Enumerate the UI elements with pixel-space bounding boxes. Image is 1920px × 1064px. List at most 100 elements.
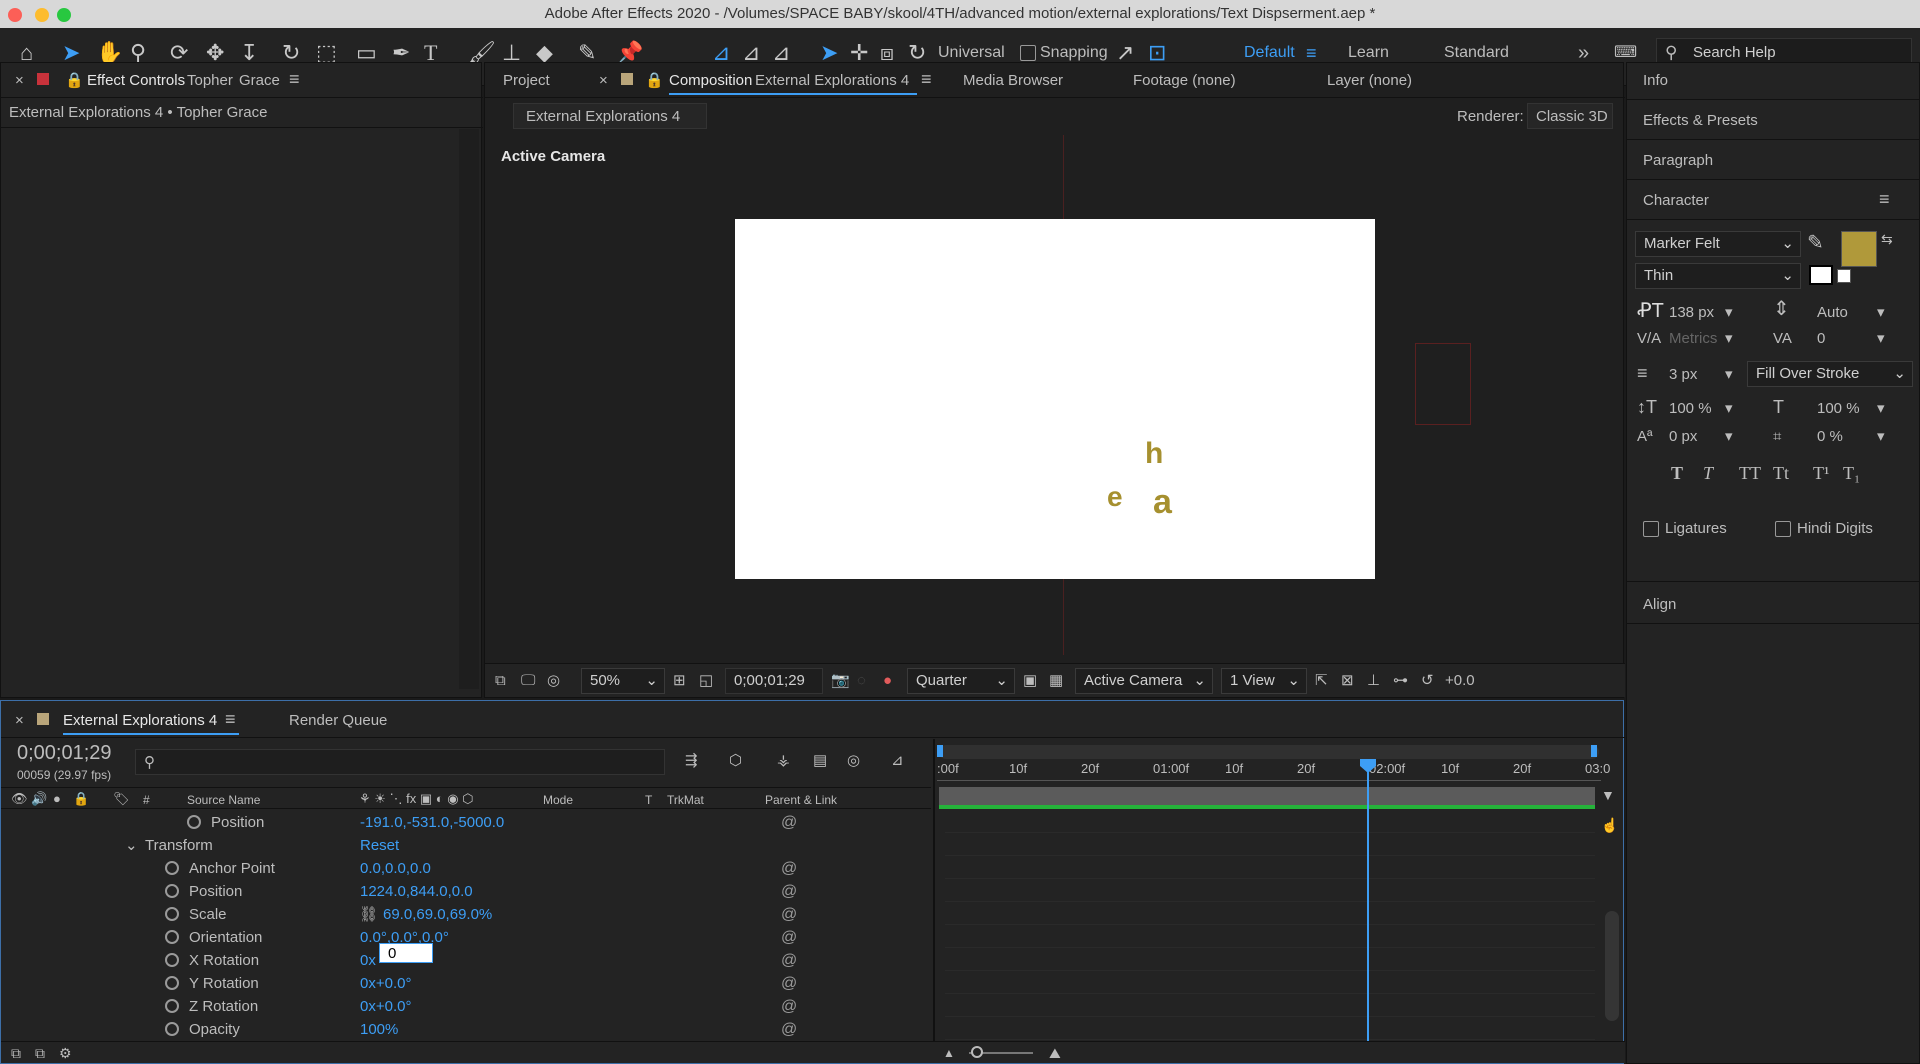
minimize-window-button[interactable] <box>35 8 49 22</box>
vscale-caret-icon[interactable]: ▾ <box>1725 399 1733 419</box>
timeline-tab[interactable]: External Explorations 4 <box>63 711 239 735</box>
fill-color-swatch[interactable] <box>1841 231 1877 267</box>
pick-whip-icon[interactable]: @ <box>781 949 797 972</box>
leading-caret-icon[interactable]: ▾ <box>1877 303 1885 323</box>
close-timeline-icon[interactable]: × <box>15 711 24 731</box>
tsume-value[interactable]: 0 % <box>1817 427 1843 447</box>
property-row[interactable]: Position -191.0,-531.0,-5000.0 @ <box>1 811 931 834</box>
property-row[interactable]: Scale ⛓ 69.0,69.0,69.0% @ <box>1 903 931 926</box>
shy-layers-icon[interactable]: ⚶ <box>777 751 790 771</box>
zoom-dropdown[interactable]: 50% ⌄ <box>581 668 665 694</box>
transparency-grid-icon[interactable]: ▦ <box>1049 671 1063 691</box>
zoom-window-button[interactable] <box>57 8 71 22</box>
stopwatch-icon[interactable] <box>165 999 179 1013</box>
timeline-menu-icon[interactable]: ≡ <box>225 709 236 729</box>
tsume-caret-icon[interactable]: ▾ <box>1877 427 1885 447</box>
comp-chip[interactable]: External Explorations 4 <box>513 103 707 129</box>
all-caps-button[interactable]: TT <box>1739 463 1761 483</box>
frame-blending-icon[interactable]: ▤ <box>813 751 827 771</box>
keyframe-track[interactable] <box>945 995 1595 1017</box>
workspace-menu-icon[interactable]: ≡ <box>1306 42 1317 64</box>
property-row[interactable]: Z Rotation 0x+0.0° @ <box>1 995 931 1018</box>
source-name-column[interactable]: Source Name <box>187 790 260 810</box>
parent-link-column[interactable]: Parent & Link <box>765 790 837 810</box>
comp-lock-icon[interactable]: 🔒 <box>645 71 664 91</box>
layer-duration-bar[interactable] <box>939 787 1595 807</box>
font-size-value[interactable]: 138 px <box>1669 303 1714 323</box>
pick-whip-icon[interactable]: @ <box>781 972 797 995</box>
faux-bold-button[interactable]: T <box>1671 463 1683 483</box>
region-of-interest-icon[interactable]: ◱ <box>699 671 713 691</box>
property-value[interactable]: 0x <box>360 949 376 972</box>
twirl-down-icon[interactable]: ⌄ <box>125 834 138 857</box>
layer-name-first[interactable]: Topher <box>187 71 233 91</box>
property-value[interactable]: 69.0,69.0,69.0% <box>383 903 492 926</box>
stopwatch-icon[interactable] <box>165 884 179 898</box>
font-size-caret-icon[interactable]: ▾ <box>1725 303 1733 323</box>
effect-controls-scrollbar[interactable] <box>459 129 479 689</box>
faux-italic-button[interactable]: T <box>1703 463 1713 483</box>
font-style-dropdown[interactable]: Thin ⌄ <box>1635 263 1801 289</box>
property-row[interactable]: Opacity 100% @ <box>1 1018 931 1041</box>
close-window-button[interactable] <box>8 8 22 22</box>
tab-media-browser[interactable]: Media Browser <box>963 71 1063 91</box>
property-value[interactable]: 0.0,0.0,0.0 <box>360 857 431 880</box>
superscript-button[interactable]: T¹ <box>1813 463 1829 483</box>
layer-search-field[interactable]: ⚲ <box>135 749 665 775</box>
ligatures-checkbox[interactable] <box>1643 521 1659 537</box>
draft-3d-timeline-icon[interactable]: ⬡ <box>729 751 742 771</box>
character-menu-icon[interactable]: ≡ <box>1879 189 1890 209</box>
composition-canvas[interactable]: h e a <box>735 219 1375 579</box>
x-rotation-input[interactable]: 0 <box>379 943 433 963</box>
effect-controls-title[interactable]: Effect Controls <box>87 71 185 91</box>
label-column-icon[interactable]: 🏷 <box>113 789 130 809</box>
no-stroke-icon[interactable] <box>1837 269 1851 283</box>
sync-settings-icon[interactable]: ⌨ <box>1614 42 1637 64</box>
letter-h[interactable]: h <box>1145 437 1163 471</box>
pick-whip-icon[interactable]: @ <box>781 995 797 1018</box>
vr-display-icon[interactable]: 🖵 <box>521 671 535 691</box>
subscript-button[interactable]: T₁ <box>1843 463 1860 483</box>
timecode-display[interactable]: 0;00;01;29 <box>725 668 823 694</box>
keyframe-track[interactable] <box>945 811 1595 833</box>
stopwatch-icon[interactable] <box>165 953 179 967</box>
layer-name-second[interactable]: Grace <box>239 71 280 91</box>
character-tab[interactable]: Character <box>1643 191 1709 211</box>
leading-value[interactable]: Auto <box>1817 303 1848 323</box>
expand-time-pane-icon[interactable]: ⚙ <box>59 1043 72 1063</box>
draft-3d-icon[interactable]: ⊠ <box>1341 671 1354 691</box>
timeline-zoom-thumb[interactable] <box>971 1046 983 1058</box>
property-row[interactable]: Anchor Point 0.0,0.0,0.0 @ <box>1 857 931 880</box>
camera-dropdown[interactable]: Active Camera ⌄ <box>1075 668 1213 694</box>
motion-blur-icon[interactable]: ◎ <box>847 751 860 771</box>
views-dropdown[interactable]: 1 View ⌄ <box>1221 668 1307 694</box>
close-tab-icon[interactable]: × <box>15 71 24 91</box>
stroke-width-value[interactable]: 3 px <box>1669 365 1697 385</box>
snapshot-camera-icon[interactable]: 📷 <box>831 671 850 691</box>
eyedropper-icon[interactable]: ✎ <box>1807 233 1824 253</box>
workspace-default[interactable]: Default <box>1244 42 1295 64</box>
current-time-indicator[interactable] <box>1367 763 1369 1061</box>
hscale-caret-icon[interactable]: ▾ <box>1877 399 1885 419</box>
fast-previews-icon[interactable]: ▣ <box>1023 671 1037 691</box>
current-time-display[interactable]: 0;00;01;29 <box>17 743 112 763</box>
show-snapshot-icon[interactable]: ◌ <box>857 671 866 691</box>
flowchart-icon[interactable]: ⊶ <box>1393 671 1408 691</box>
renderer-dropdown[interactable]: Classic 3D <box>1527 103 1613 129</box>
stroke-mode-dropdown[interactable]: Fill Over Stroke ⌄ <box>1747 361 1913 387</box>
tracking-caret-icon[interactable]: ▾ <box>1877 329 1885 349</box>
snapping-checkbox[interactable] <box>1020 45 1036 61</box>
paragraph-tab[interactable]: Paragraph <box>1643 151 1713 171</box>
property-value[interactable]: 0x+0.0° <box>360 995 411 1018</box>
letter-e[interactable]: e <box>1107 481 1123 513</box>
always-preview-icon[interactable]: ⧉ <box>495 671 506 691</box>
letter-a[interactable]: a <box>1153 483 1172 522</box>
mode-column[interactable]: Mode <box>543 790 573 810</box>
more-workspaces-icon[interactable]: » <box>1578 42 1589 64</box>
kerning-value[interactable]: Metrics <box>1669 329 1717 349</box>
stopwatch-icon[interactable] <box>165 930 179 944</box>
timeline-scrollbar[interactable] <box>1605 911 1619 1021</box>
pick-whip-icon[interactable]: @ <box>781 926 797 949</box>
tab-project[interactable]: Project <box>503 71 550 91</box>
lock-icon[interactable]: 🔒 <box>65 71 84 91</box>
